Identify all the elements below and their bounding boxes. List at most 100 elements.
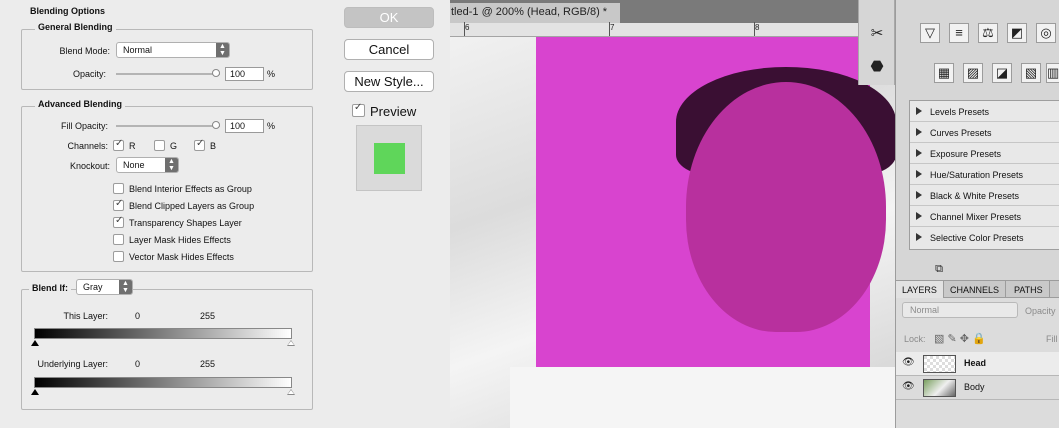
blend-clipped-layers-label: Blend Clipped Layers as Group (129, 201, 255, 211)
tool-strip: ✂ ⬣ (858, 0, 895, 85)
ok-button[interactable]: OK (344, 7, 434, 28)
preview-label: Preview (370, 104, 417, 119)
expand-triangle-icon (916, 170, 922, 178)
visibility-eye-icon[interactable]: 👁 (902, 357, 915, 368)
blending-options-title[interactable]: Blending Options (30, 6, 105, 16)
channel-g-checkbox[interactable] (154, 140, 165, 151)
expand-triangle-icon (916, 191, 922, 199)
channel-g-label: G (170, 141, 178, 151)
clip-to-layer-icon[interactable]: ⧉ (930, 260, 948, 278)
underlying-layer-label: Underlying Layer: (37, 359, 108, 369)
photo-filter-icon[interactable]: ◎ (1036, 23, 1056, 43)
threshold-icon[interactable]: ▧ (1021, 63, 1041, 83)
this-layer-low-value: 0 (134, 311, 140, 321)
fill-opacity-slider-knob[interactable] (212, 121, 220, 129)
blend-interior-effects-checkbox[interactable] (113, 183, 124, 194)
knockout-select[interactable]: None ▲ ▼ (116, 157, 179, 173)
opacity-unit: % (267, 69, 276, 79)
underlying-white-slider[interactable] (287, 389, 295, 395)
this-layer-label: This Layer: (63, 311, 108, 321)
lock-icons[interactable]: ▧ ✎ ✥ 🔒 (934, 332, 986, 345)
stamp-tool-icon[interactable]: ⬣ (868, 58, 886, 76)
blend-if-label: Blend If: (29, 283, 71, 293)
gradient-icon[interactable]: ▥ (1046, 63, 1059, 83)
layer-mask-hides-checkbox[interactable] (113, 234, 124, 245)
layer-name: Head (964, 358, 987, 368)
cancel-button[interactable]: Cancel (344, 39, 434, 60)
vector-mask-hides-label: Vector Mask Hides Effects (129, 252, 234, 262)
ruler-number: 6 (465, 23, 470, 32)
select-arrows-icon: ▲ ▼ (165, 158, 178, 172)
channel-r-checkbox[interactable] (113, 138, 124, 151)
preset-row-levels[interactable]: Levels Presets (910, 101, 1059, 122)
preset-row-selective-color[interactable]: Selective Color Presets (910, 227, 1059, 248)
layer-mask-hides-label: Layer Mask Hides Effects (129, 235, 231, 245)
advanced-blending-title: Advanced Blending (35, 99, 126, 109)
blend-if-value: Gray (83, 282, 103, 292)
transparency-shapes-checkbox[interactable] (113, 215, 124, 228)
preset-row-channel-mixer[interactable]: Channel Mixer Presets (910, 206, 1059, 227)
fill-opacity-input[interactable]: 100 (225, 119, 264, 133)
this-layer-gradient[interactable] (34, 328, 292, 339)
fill-opacity-unit: % (267, 121, 276, 131)
preset-label: Selective Color Presets (930, 233, 1024, 243)
underlying-high-value: 255 (199, 359, 215, 369)
color-balance-icon[interactable]: ⚖ (978, 23, 998, 43)
document-photo[interactable] (450, 37, 895, 428)
knockout-value: None (123, 160, 145, 170)
new-style-button[interactable]: New Style... (344, 71, 434, 92)
blend-clipped-layers-checkbox[interactable] (113, 198, 124, 211)
layer-thumbnail (923, 379, 956, 397)
layer-name: Body (964, 382, 985, 392)
this-layer-high-value: 255 (199, 311, 215, 321)
horizontal-ruler: 6 7 8 (450, 22, 860, 37)
selective-color-icon[interactable]: ◪ (992, 63, 1012, 83)
fill-label: Fill (1046, 334, 1058, 344)
opacity-slider[interactable] (116, 73, 220, 75)
layer-blend-mode-value: Normal (910, 305, 940, 315)
tab-layers[interactable]: LAYERS (896, 281, 944, 298)
preview-checkbox[interactable] (352, 102, 365, 117)
document-tab[interactable]: tled-1 @ 200% (Head, RGB/8) * (450, 3, 620, 23)
preset-row-exposure[interactable]: Exposure Presets (910, 143, 1059, 164)
this-layer-black-slider[interactable] (31, 340, 39, 346)
preset-label: Levels Presets (930, 107, 990, 117)
channel-r-label: R (129, 141, 136, 151)
transparency-shapes-label: Transparency Shapes Layer (129, 218, 242, 228)
preset-label: Curves Presets (930, 128, 992, 138)
this-layer-white-slider[interactable] (287, 340, 295, 346)
underlying-black-slider[interactable] (31, 389, 39, 395)
channel-b-checkbox[interactable] (194, 138, 205, 151)
ruler-number: 8 (755, 23, 760, 32)
layer-style-dialog: Blending Options General Blending Blend … (0, 0, 450, 428)
vector-mask-hides-checkbox[interactable] (113, 251, 124, 262)
expand-triangle-icon (916, 212, 922, 220)
opacity-input[interactable]: 100 (225, 67, 264, 81)
vibrance-icon[interactable]: ▽ (920, 23, 940, 43)
preset-label: Exposure Presets (930, 149, 1002, 159)
preset-row-curves[interactable]: Curves Presets (910, 122, 1059, 143)
preset-row-hue-saturation[interactable]: Hue/Saturation Presets (910, 164, 1059, 185)
gradient-map-icon[interactable]: ▨ (963, 63, 983, 83)
layer-row-body[interactable]: 👁 Body (896, 376, 1059, 400)
hsl-icon[interactable]: ≡ (949, 23, 969, 43)
tab-channels[interactable]: CHANNELS (944, 281, 1007, 298)
visibility-eye-icon[interactable]: 👁 (902, 381, 915, 392)
preset-row-black-white[interactable]: Black & White Presets (910, 185, 1059, 206)
layer-blend-mode-select[interactable]: Normal (902, 302, 1018, 318)
opacity-slider-knob[interactable] (212, 69, 220, 77)
channel-mixer-icon[interactable]: ▦ (934, 63, 954, 83)
scissors-tools-icon[interactable]: ✂ (868, 25, 886, 43)
knockout-label: Knockout: (69, 161, 110, 171)
underlying-layer-gradient[interactable] (34, 377, 292, 388)
tab-paths[interactable]: PATHS (1008, 281, 1050, 298)
layer-row-head[interactable]: 👁 Head (896, 352, 1059, 376)
opacity-label: Opacity: (72, 69, 106, 79)
face-shape (686, 82, 886, 332)
layers-panel-body: Normal Opacity Lock: ▧ ✎ ✥ 🔒 Fill 👁 Head… (896, 298, 1059, 428)
black-white-icon[interactable]: ◩ (1007, 23, 1027, 43)
blend-if-select[interactable]: Gray ▲ ▼ (76, 279, 133, 295)
fill-opacity-slider[interactable] (116, 125, 220, 127)
blend-mode-select[interactable]: Normal ▲ ▼ (116, 42, 230, 58)
select-arrows-icon: ▲ ▼ (119, 280, 132, 294)
